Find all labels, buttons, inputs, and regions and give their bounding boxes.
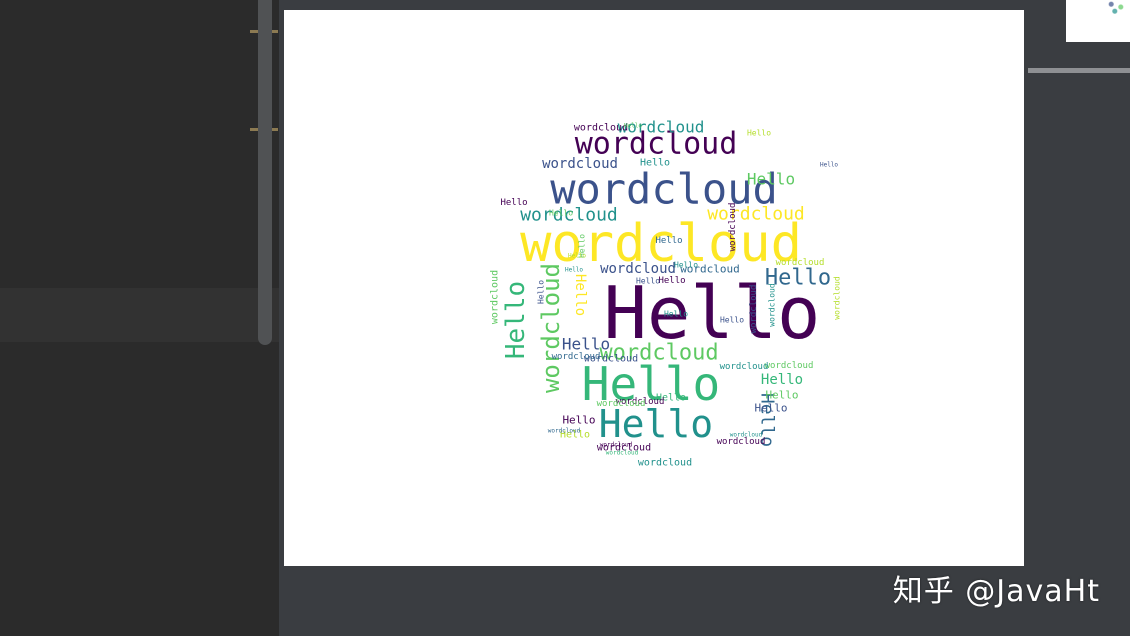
wordcloud-word: Hello [674,261,698,270]
wordcloud-word: wordcloud [730,432,763,439]
ide-window: wordcloud Hello wordcloud Hello Hello wordclo… [0,0,1130,636]
wordcloud-word: wordcloud [720,362,769,372]
wordcloud-word: wordcloud [728,203,738,252]
wordcloud-word: wordcloud [749,285,759,334]
wordcloud-word: Hello [537,280,546,304]
wordcloud-word: Hello [624,123,642,130]
wordcloud-word: Hello [640,158,670,169]
wordcloud-word: wordcloud [768,283,777,327]
wordcloud-word: wordcloud [765,361,814,371]
wordcloud-word: wordcloud [833,276,842,320]
wordcloud-word: Hello [562,414,595,427]
wordcloud-word: wordcloud [776,258,825,268]
wordcloud-word: Hello [568,253,586,260]
wordcloud-word: Hello [562,335,610,354]
editor-left-panel [0,0,279,636]
wordcloud-word: Hello [658,276,685,286]
wordcloud-word: Hello [636,277,660,286]
watermark-text: 知乎 @JavaHt [892,574,1100,609]
wordcloud-word: wordcloud [574,123,628,134]
wordcloud-word: Hello [549,209,573,218]
wordcloud-word: wordcloud [707,204,805,225]
wordcloud-word: Hello [501,281,531,359]
current-line-highlight [0,288,279,342]
wordcloud-word: Hello [765,389,798,402]
thumbnail-wordcloud-icon [1104,0,1128,14]
wordcloud-word: Hello [820,162,838,169]
wordcloud-word: wordcloud [490,270,501,324]
wordcloud-word: Hello [720,316,744,325]
wordcloud-word: Hello [565,267,583,274]
horizontal-scrollbar[interactable] [1028,68,1130,73]
wordcloud-word: wordcloud [548,428,581,435]
wordcloud-word: Hello [664,310,688,319]
wordcloud-word: Hello [655,236,682,246]
wordcloud-word: Hello [747,170,795,189]
wordcloud-word: wordcloud [717,437,766,447]
wordcloud-word: wordcloud [542,156,618,172]
wordcloud-word: Hello [754,402,787,415]
wordcloud-word: Hello [761,372,803,388]
wordcloud-word: Hello [500,198,527,208]
wordcloud-word: wordcloud [600,261,676,277]
wordcloud-word: wordcloud [597,399,646,409]
figure-canvas: wordcloud Hello wordcloud Hello Hello wordclo… [284,10,1024,566]
wordcloud-word: Hello [572,274,588,316]
wordcloud-figure: wordcloudHellowordcloudHelloHellowordclo… [490,118,842,469]
wordcloud-word: wordcloud [600,442,633,449]
vertical-scrollbar-thumb[interactable] [258,0,272,345]
wordcloud-word: wordcloud [606,450,639,457]
figure-preview-thumbnail[interactable] [1066,0,1130,42]
wordcloud-word: Hello [747,129,771,138]
wordcloud-word: wordcloud [638,458,692,469]
wordcloud-word: wordcloud [552,352,601,362]
